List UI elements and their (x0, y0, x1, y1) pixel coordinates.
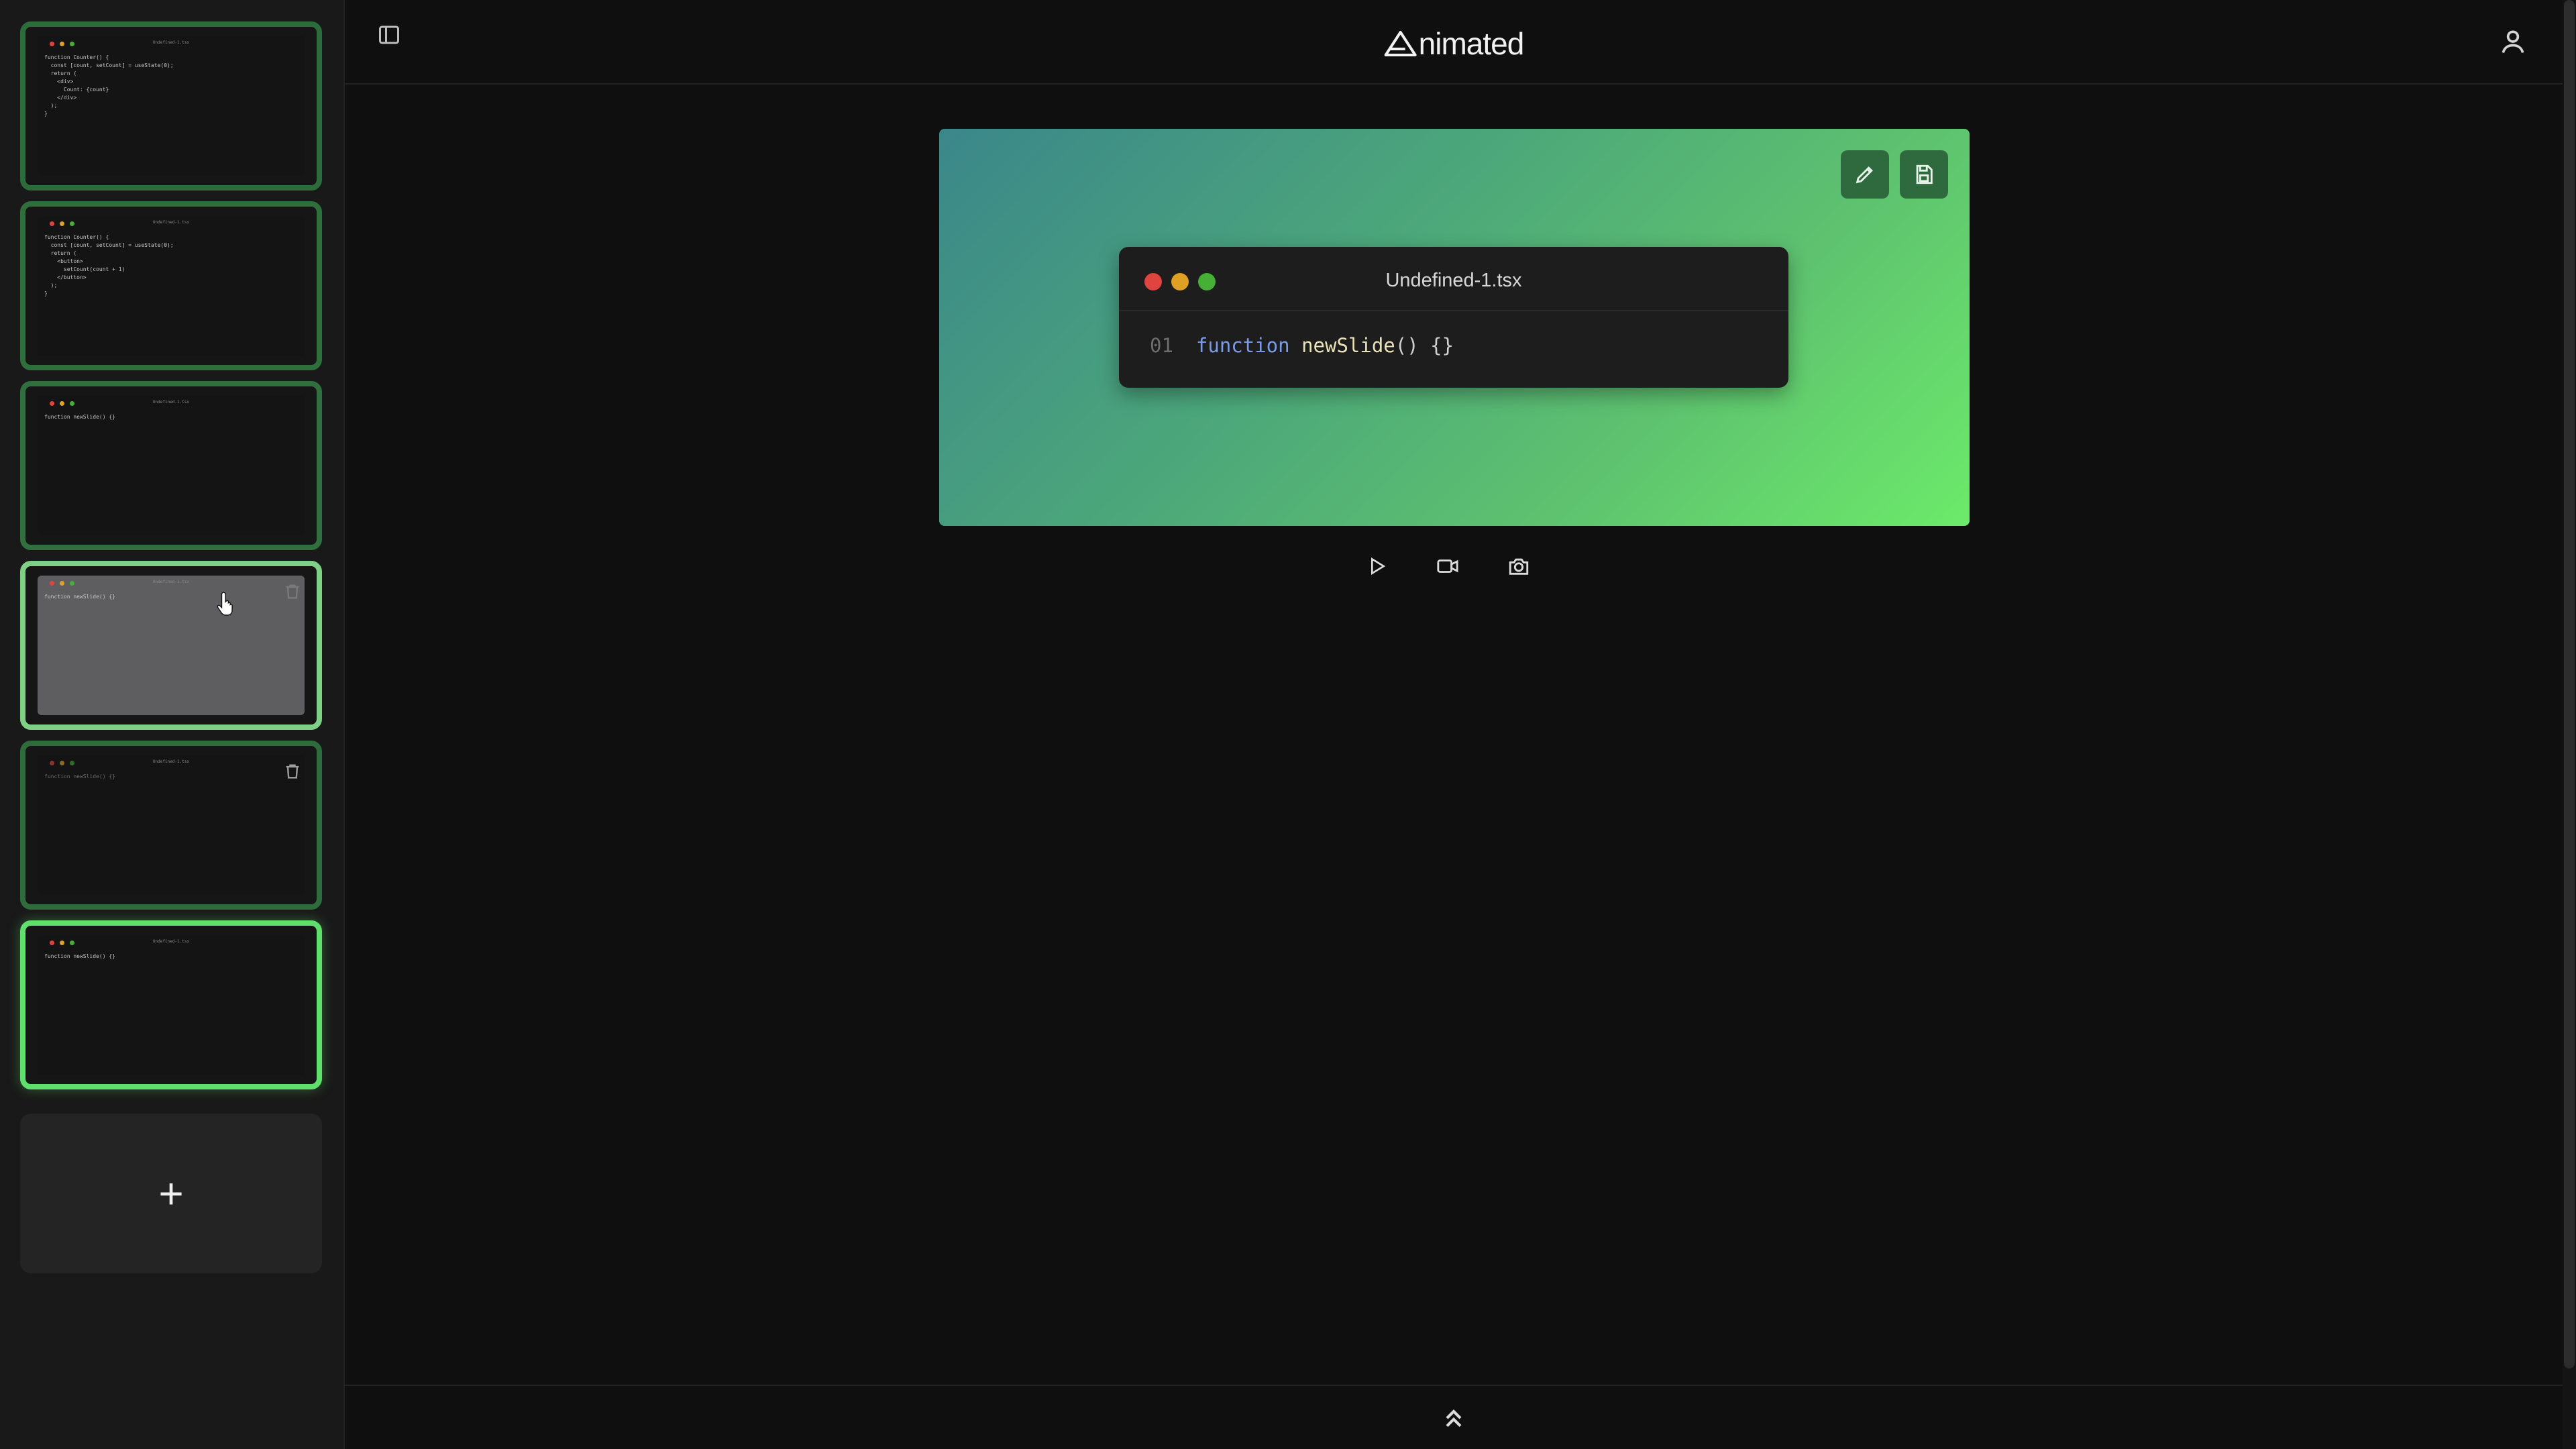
floppy-disk-icon (1916, 164, 1933, 184)
double-chevron-up-icon[interactable] (1440, 1405, 1467, 1432)
code-window[interactable]: Undefined-1.tsx 01 function newSlide() {} (1119, 247, 1788, 388)
slide-thumbnail-1[interactable]: Undefined-1.tsx function Counter() { con… (20, 21, 322, 191)
slide-thumbnail-4[interactable]: Undefined-1.tsx function newSlide() {} (20, 561, 322, 730)
logo-triangle-icon (1384, 31, 1417, 56)
slide-code-preview: function Counter() { const [count, setCo… (44, 54, 174, 117)
save-button[interactable] (1900, 150, 1948, 199)
slide-file-name: Undefined-1.tsx (152, 580, 190, 584)
slide-preview: Undefined-1.tsx function newSlide() {} (38, 576, 305, 715)
edit-button[interactable] (1841, 150, 1889, 199)
slide-preview: Undefined-1.tsx function newSlide() {} (38, 935, 305, 1075)
record-video-button[interactable] (1436, 554, 1460, 578)
slide-thumbnail-2[interactable]: Undefined-1.tsx function Counter() { con… (20, 201, 322, 370)
scrollbar-thumb[interactable] (2564, 0, 2575, 1368)
app-logo: nimated (1384, 25, 1524, 62)
line-number: 01 (1150, 334, 1173, 357)
slide-file-name: Undefined-1.tsx (152, 400, 190, 405)
scrollbar[interactable] (2563, 0, 2576, 1449)
slide-code-preview: function Counter() { const [count, setCo… (44, 234, 174, 297)
play-button[interactable] (1364, 554, 1389, 578)
slide-thumbnail-5[interactable]: Undefined-1.tsx function newSlide() {} (20, 741, 322, 910)
sidebar-toggle-icon[interactable] (377, 23, 401, 47)
video-camera-icon (1437, 559, 1458, 573)
top-bar: nimated (345, 0, 2563, 85)
slide-code-preview: function newSlide() {} (44, 414, 115, 420)
slide-preview: Undefined-1.tsx function Counter() { con… (38, 216, 305, 356)
code-punctuation: () {} (1395, 334, 1454, 357)
slide-canvas: Undefined-1.tsx 01 function newSlide() {} (939, 129, 1970, 526)
screenshot-button[interactable] (1507, 554, 1531, 578)
slide-preview: Undefined-1.tsx function newSlide() {} (38, 396, 305, 535)
trash-icon[interactable] (283, 581, 302, 602)
slide-preview: Undefined-1.tsx function newSlide() {} (38, 755, 305, 895)
code-line[interactable]: 01 function newSlide() {} (1150, 334, 1454, 357)
file-name[interactable]: Undefined-1.tsx (1119, 270, 1788, 292)
slide-code-preview: function newSlide() {} (44, 594, 115, 600)
slide-file-name: Undefined-1.tsx (152, 759, 190, 764)
slide-thumbnail-6[interactable]: Undefined-1.tsx function newSlide() {} (20, 920, 322, 1089)
pencil-icon (1856, 166, 1873, 184)
slide-file-name: Undefined-1.tsx (152, 939, 190, 944)
code-keyword: function (1195, 334, 1290, 357)
slide-file-name: Undefined-1.tsx (152, 220, 190, 225)
bottom-bar (345, 1385, 2563, 1449)
mouse-pointer-icon (217, 592, 233, 616)
code-function-name: newSlide (1301, 334, 1395, 357)
slide-thumbnail-3[interactable]: Undefined-1.tsx function newSlide() {} (20, 381, 322, 550)
playback-controls (1364, 554, 1531, 578)
trash-icon[interactable] (283, 761, 302, 782)
user-icon[interactable] (2498, 27, 2528, 56)
plus-icon: + (158, 1169, 184, 1218)
slide-code-preview: function newSlide() {} (44, 953, 115, 959)
play-icon (1371, 557, 1386, 576)
code-window-header: Undefined-1.tsx (1119, 247, 1788, 311)
add-slide-button[interactable]: + (20, 1114, 322, 1273)
slide-file-name: Undefined-1.tsx (152, 40, 190, 45)
logo-text: nimated (1418, 26, 1525, 61)
slide-preview: Undefined-1.tsx function Counter() { con… (38, 36, 305, 176)
camera-icon (1509, 558, 1529, 575)
slides-sidebar: Undefined-1.tsx function Counter() { con… (0, 0, 345, 1449)
slide-code-preview: function newSlide() {} (44, 773, 115, 780)
